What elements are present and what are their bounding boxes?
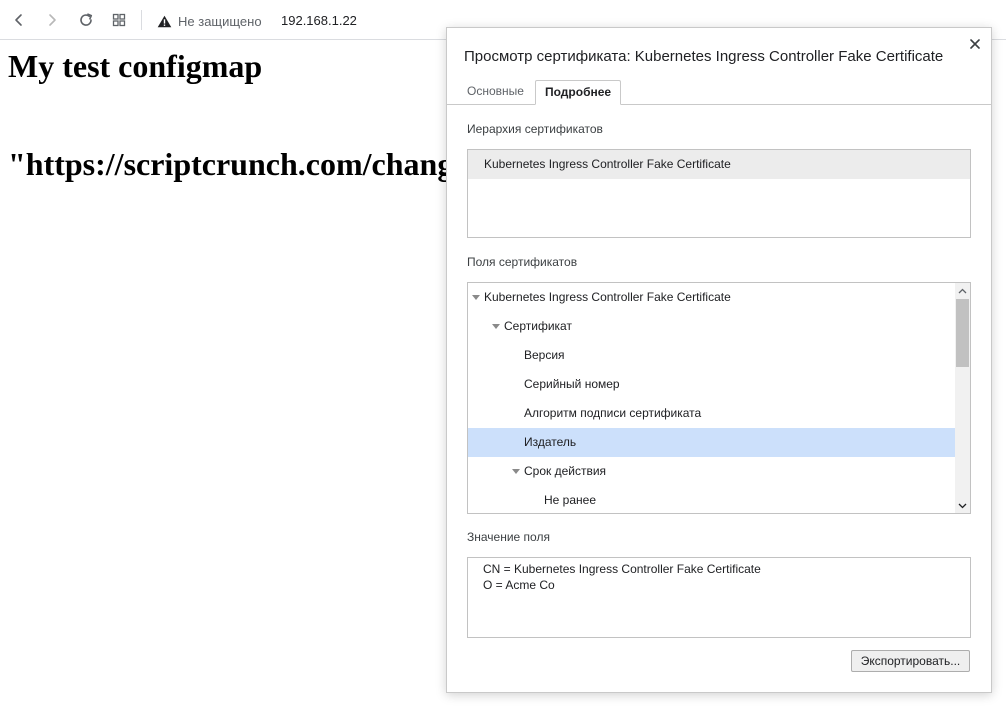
tree-row-label: Сертификат (504, 319, 572, 333)
tree-row-validity[interactable]: Срок действия (468, 457, 955, 486)
tree-row-label: Алгоритм подписи сертификата (524, 406, 702, 420)
hierarchy-label: Иерархия сертификатов (467, 122, 603, 136)
tree-row-serial-number[interactable]: Серийный номер (468, 370, 955, 399)
tree-row-label: Версия (524, 348, 565, 362)
tree-row-label: Не ранее (544, 493, 596, 507)
page-heading: My test configmap (8, 48, 263, 84)
fields-tree: Kubernetes Ingress Controller Fake Certi… (467, 282, 971, 514)
fields-label: Поля сертификатов (467, 255, 578, 269)
scroll-up-arrow-icon[interactable] (955, 283, 970, 298)
address-bar-url[interactable]: 192.168.1.22 (281, 12, 357, 30)
tab-general[interactable]: Основные (460, 80, 531, 105)
dialog-title: Просмотр сертификата: Kubernetes Ingress… (464, 48, 944, 65)
tree-row-not-before[interactable]: Не ранее (468, 486, 955, 513)
forward-arrow-icon[interactable] (40, 8, 64, 32)
warning-triangle-icon (157, 15, 172, 27)
export-button[interactable]: Экспортировать... (851, 650, 970, 672)
tab-details[interactable]: Подробнее (535, 80, 622, 105)
close-icon[interactable] (965, 34, 985, 54)
field-value-line: O = Acme Co (483, 578, 555, 592)
field-value-box[interactable]: CN = Kubernetes Ingress Controller Fake … (467, 557, 971, 638)
hierarchy-item[interactable]: Kubernetes Ingress Controller Fake Certi… (468, 150, 970, 179)
expand-triangle-icon[interactable] (472, 295, 480, 300)
security-indicator[interactable]: Не защищено (157, 12, 262, 30)
expand-triangle-icon[interactable] (492, 324, 500, 329)
fields-scrollbar[interactable] (955, 283, 970, 513)
tree-row-signature-algorithm[interactable]: Алгоритм подписи сертификата (468, 399, 955, 428)
tree-row-label: Срок действия (524, 464, 607, 478)
tree-row-label: Серийный номер (524, 377, 620, 391)
tree-row-issuer[interactable]: Издатель (468, 428, 955, 457)
scroll-down-arrow-icon[interactable] (955, 498, 970, 513)
tree-row-label: Издатель (524, 435, 577, 449)
back-arrow-icon[interactable] (7, 8, 31, 32)
field-value-line: CN = Kubernetes Ingress Controller Fake … (483, 562, 761, 576)
tree-row-certificate[interactable]: Сертификат (468, 312, 955, 341)
toolbar-divider (141, 10, 142, 30)
tree-row-root[interactable]: Kubernetes Ingress Controller Fake Certi… (468, 283, 955, 312)
page-subheading: "https://scriptcrunch.com/chang (8, 146, 454, 182)
reload-icon[interactable] (74, 8, 98, 32)
security-label: Не защищено (178, 13, 262, 29)
certificate-viewer-dialog: Просмотр сертификата: Kubernetes Ingress… (446, 27, 992, 693)
hierarchy-list: Kubernetes Ingress Controller Fake Certi… (467, 149, 971, 238)
scrollbar-thumb[interactable] (956, 299, 969, 367)
tree-row-version[interactable]: Версия (468, 341, 955, 370)
tabs-grid-icon[interactable] (107, 8, 131, 32)
tree-row-label: Kubernetes Ingress Controller Fake Certi… (484, 290, 731, 304)
field-value-label: Значение поля (467, 530, 550, 544)
expand-triangle-icon[interactable] (512, 469, 520, 474)
